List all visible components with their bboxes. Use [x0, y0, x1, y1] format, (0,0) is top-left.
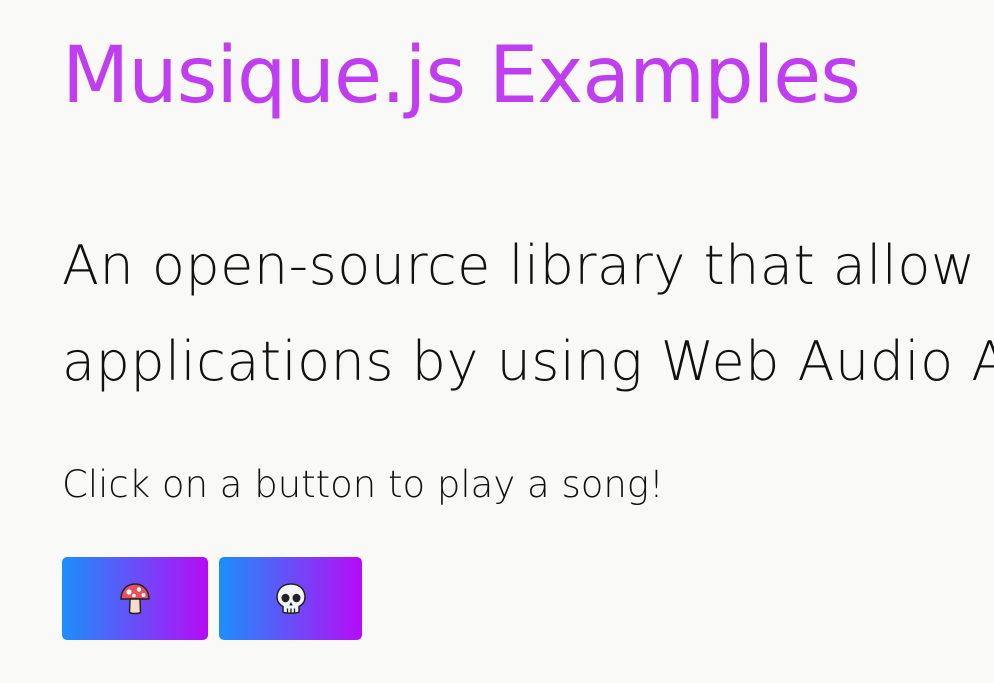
skull-icon	[273, 581, 309, 617]
play-prompt: Click on a button to play a song!	[62, 463, 664, 506]
page-content: Musique.js Examples An open-source libra…	[62, 0, 994, 683]
intro-line: applications by using Web Audio A	[62, 330, 994, 393]
mushroom-song-button[interactable]	[62, 557, 208, 640]
mushroom-icon	[117, 581, 153, 617]
song-button-group	[62, 557, 362, 640]
page-title: Musique.js Examples	[62, 31, 861, 121]
intro-line: An open-source library that allow	[62, 234, 976, 297]
intro-paragraph: An open-source library that allow applic…	[62, 218, 994, 410]
skull-song-button[interactable]	[219, 557, 362, 640]
